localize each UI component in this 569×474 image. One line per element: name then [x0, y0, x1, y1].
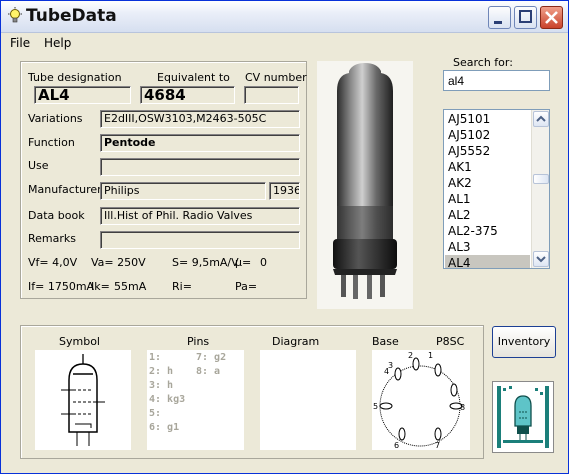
use-label: Use — [28, 159, 49, 172]
base-pin-number: 1 — [428, 351, 433, 360]
base-diagram: 1 2 3 4 5 6 7 8 — [373, 351, 465, 450]
param-ri: Ri= — [172, 280, 192, 293]
param-s: S= 9,5mA/V — [172, 256, 239, 269]
search-label: Search for: — [453, 56, 513, 69]
tube-image — [333, 63, 397, 299]
scroll-thumb[interactable] — [533, 174, 549, 184]
use-field — [100, 158, 300, 176]
pin-entry: 6: g1 — [149, 422, 180, 433]
param-mu-value: 0 — [260, 256, 267, 269]
pin-entry: 5: — [149, 408, 162, 419]
param-vf: Vf= 4,0V — [28, 256, 78, 269]
list-item[interactable]: AL2-375 — [445, 223, 530, 239]
lightbulb-icon — [8, 7, 22, 23]
param-va: Va= 250V — [91, 256, 146, 269]
list-item[interactable]: AL3 — [445, 239, 530, 255]
tube-logo-icon — [493, 382, 553, 452]
list-item[interactable]: AL2 — [445, 207, 530, 223]
equivalent-field: 4684 — [140, 86, 235, 104]
cv-number-field — [244, 86, 299, 104]
base-label: Base — [372, 335, 399, 348]
menu-bar: File Help — [1, 33, 568, 53]
function-label: Function — [28, 136, 75, 149]
app-logo — [492, 381, 554, 453]
pin-entry: 7: g2 — [196, 352, 227, 363]
tube-designation-label: Tube designation — [28, 71, 122, 84]
base-pin-number: 5 — [373, 402, 378, 411]
maximize-button[interactable] — [514, 6, 537, 29]
param-pa: Pa= — [235, 280, 258, 293]
designation-field: AL4 — [34, 86, 131, 104]
variations-label: Variations — [28, 112, 83, 125]
title-bar[interactable]: TubeData — [1, 1, 568, 33]
maximize-icon — [519, 10, 532, 23]
year-field: 1936 — [269, 182, 300, 200]
pentode-symbol — [61, 354, 105, 446]
inventory-button[interactable]: Inventory — [492, 326, 556, 358]
chevron-down-icon — [536, 256, 546, 263]
app-window: TubeData File Help Tube designation Equi… — [0, 0, 569, 474]
pin-entry: 2: h — [149, 366, 174, 377]
remarks-label: Remarks — [28, 232, 76, 245]
close-button[interactable] — [540, 6, 563, 29]
list-scrollbar[interactable] — [531, 110, 549, 268]
base-pin-number: 7 — [435, 441, 440, 450]
close-icon — [545, 11, 558, 24]
pins-label: Pins — [187, 335, 210, 348]
pins-box: 1: 2: h 3: h 4: kg3 5: 6: g1 7: g2 8: a — [147, 350, 244, 450]
remarks-field — [100, 231, 300, 249]
variations-field: E2dIII,OSW3103,M2463-505C — [100, 110, 300, 128]
list-item[interactable]: AJ5552 — [445, 143, 530, 159]
list-item[interactable]: AJ5102 — [445, 127, 530, 143]
symbol-label: Symbol — [59, 335, 100, 348]
manufacturer-field: Philips — [100, 182, 266, 200]
pin-entry: 3: h — [149, 380, 174, 391]
list-item[interactable]: AK1 — [445, 159, 530, 175]
equivalent-to-label: Equivalent to — [157, 71, 230, 84]
list-item-selected[interactable]: AL4 — [445, 255, 530, 268]
base-pin-number: 8 — [460, 403, 465, 412]
list-item[interactable]: AK2 — [445, 175, 530, 191]
diagram-label: Diagram — [272, 335, 320, 348]
tube-list[interactable]: AJ5101 AJ5102 AJ5552 AK1 AK2 AL1 AL2 AL2… — [443, 109, 550, 269]
scroll-up-button[interactable] — [533, 111, 549, 127]
diagram-box — [260, 350, 356, 450]
search-input[interactable] — [443, 70, 550, 91]
base-pin-number: 4 — [384, 367, 389, 376]
base-pin-number: 6 — [394, 441, 399, 450]
pin-entry: 8: a — [196, 366, 221, 377]
symbol-box — [35, 350, 131, 450]
list-item[interactable]: AL1 — [445, 191, 530, 207]
minimize-icon — [494, 21, 502, 24]
manufacturer-label: Manufacturer — [28, 183, 102, 196]
base-box: 1 2 3 4 5 6 7 8 — [372, 350, 470, 450]
menu-help[interactable]: Help — [44, 36, 71, 50]
param-ik-label: Ik= — [91, 280, 110, 293]
menu-file[interactable]: File — [10, 36, 30, 50]
list-item[interactable]: AJ5101 — [445, 111, 530, 127]
window-title: TubeData — [26, 6, 117, 26]
tube-photo — [317, 61, 413, 309]
param-if: If= 1750mA — [28, 280, 95, 293]
param-ik-value: 55mA — [114, 280, 147, 293]
param-mu-label: µ= — [235, 256, 252, 269]
scroll-down-button[interactable] — [533, 251, 549, 267]
base-pin-number: 2 — [408, 351, 413, 360]
data-book-label: Data book — [28, 209, 85, 222]
minimize-button[interactable] — [488, 6, 511, 29]
chevron-up-icon — [536, 115, 546, 122]
pin-entry: 1: — [149, 352, 162, 363]
pin-entry: 4: kg3 — [149, 394, 186, 405]
cv-number-label: CV number — [245, 71, 307, 84]
function-field: Pentode — [100, 134, 300, 152]
base-type-label: P8SC — [436, 335, 465, 348]
data-book-field: Ill.Hist of Phil. Radio Valves — [100, 207, 300, 225]
